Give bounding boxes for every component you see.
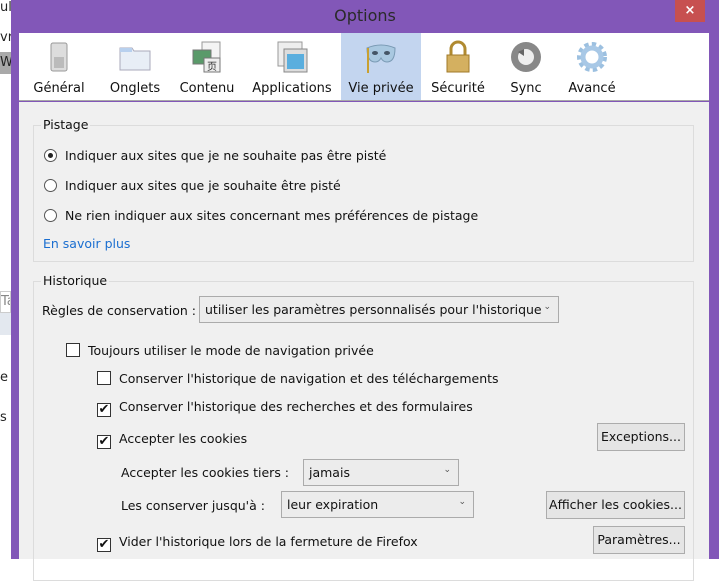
learn-more-link[interactable]: En savoir plus [43, 236, 130, 251]
radio-button[interactable] [44, 149, 57, 162]
sync-icon [511, 42, 541, 72]
tab-label: Contenu [179, 81, 235, 96]
options-window: Options × Général Onglets 页 Contenu Appl… [11, 0, 719, 581]
chevron-down-icon: ⌄ [443, 465, 451, 475]
checkbox-label: Vider l'historique lors de la fermeture … [119, 534, 418, 549]
history-group: Historique Règles de conservation : util… [33, 273, 694, 581]
keep-until-select[interactable]: leur expiration ⌄ [281, 491, 474, 518]
keep-until-label: Les conserver jusqu'à : [121, 498, 265, 513]
tab-label: Vie privée [348, 81, 414, 96]
tab-sync[interactable]: Sync [495, 33, 557, 100]
background-text: ul [0, 0, 11, 15]
tab-applications[interactable]: Applications [243, 33, 341, 100]
switch-icon [50, 42, 68, 72]
group-legend: Historique [41, 273, 110, 288]
checkbox[interactable] [97, 371, 111, 385]
checkbox-label: Toujours utiliser le mode de navigation … [88, 343, 374, 358]
exceptions-button[interactable]: Exceptions... [597, 423, 685, 451]
background-text: e [0, 370, 8, 385]
keep-search-history-checkbox[interactable]: ✔ Conserver l'historique des recherches e… [97, 399, 473, 417]
svg-text:页: 页 [207, 61, 217, 73]
tab-label: Général [33, 81, 85, 96]
chevron-down-icon: ⌄ [458, 497, 466, 507]
folder-tab-icon [119, 47, 151, 71]
tab-contenu[interactable]: 页 Contenu [171, 33, 243, 100]
third-party-cookies-select[interactable]: jamais ⌄ [303, 459, 459, 486]
tab-securite[interactable]: Sécurité [421, 33, 495, 100]
background-text: W [0, 52, 11, 74]
rules-label: Règles de conservation : [42, 303, 196, 318]
tab-general[interactable]: Général [19, 33, 99, 100]
checkmark-icon[interactable]: ✔ [97, 538, 111, 552]
radio-label: Indiquer aux sites que je souhaite être … [65, 178, 341, 193]
settings-button[interactable]: Paramètres... [593, 526, 685, 554]
tab-label: Applications [252, 81, 332, 96]
background-strip [0, 313, 11, 335]
tab-label: Sync [510, 81, 542, 96]
mask-icon [366, 44, 396, 73]
clear-on-close-checkbox[interactable]: ✔ Vider l'historique lors de la fermeture… [97, 534, 418, 552]
privacy-pane: Pistage Indiquer aux sites que je ne sou… [19, 102, 709, 581]
close-button[interactable]: × [675, 0, 705, 22]
tab-label: Avancé [568, 81, 616, 96]
tracking-option-do-not-track[interactable]: Indiquer aux sites que je ne souhaite pa… [44, 148, 386, 163]
radio-button[interactable] [44, 209, 57, 222]
applications-icon [277, 41, 308, 73]
checkbox-label: Conserver l'historique des recherches et… [119, 399, 473, 414]
background-text: s [0, 410, 7, 425]
tab-avance[interactable]: Avancé [557, 33, 627, 100]
padlock-icon [446, 40, 470, 73]
select-value: leur expiration [287, 497, 379, 512]
checkbox[interactable] [66, 343, 80, 357]
radio-label: Ne rien indiquer aux sites concernant me… [65, 208, 479, 223]
background-text: Ta [0, 291, 11, 313]
rules-select[interactable]: utiliser les paramètres personnalisés po… [199, 296, 559, 323]
keep-browsing-history-checkbox[interactable]: Conserver l'historique de navigation et … [97, 371, 499, 386]
show-cookies-button[interactable]: Afficher les cookies... [546, 491, 685, 519]
select-value: utiliser les paramètres personnalisés po… [205, 302, 542, 317]
checkbox-label: Accepter les cookies [119, 431, 248, 446]
chevron-down-icon: ⌄ [543, 302, 551, 312]
gear-icon [577, 42, 607, 72]
tracking-option-track[interactable]: Indiquer aux sites que je souhaite être … [44, 178, 341, 193]
radio-button[interactable] [44, 179, 57, 192]
always-private-checkbox[interactable]: Toujours utiliser le mode de navigation … [66, 343, 374, 358]
group-legend: Pistage [41, 117, 91, 132]
background-text: vr [0, 30, 11, 45]
category-toolbar: Général Onglets 页 Contenu Applications V… [19, 33, 709, 101]
tab-label: Sécurité [431, 81, 485, 96]
checkmark-icon[interactable]: ✔ [97, 435, 111, 449]
radio-label: Indiquer aux sites que je ne souhaite pa… [65, 148, 387, 163]
accept-cookies-checkbox[interactable]: ✔ Accepter les cookies [97, 431, 247, 449]
tracking-option-none[interactable]: Ne rien indiquer aux sites concernant me… [44, 208, 478, 223]
tab-onglets[interactable]: Onglets [99, 33, 171, 100]
checkmark-icon[interactable]: ✔ [97, 403, 111, 417]
select-value: jamais [309, 465, 350, 480]
content-icon: 页 [192, 41, 221, 73]
tab-label: Onglets [109, 81, 161, 96]
checkbox-label: Conserver l'historique de navigation et … [119, 371, 499, 386]
tracking-group: Pistage Indiquer aux sites que je ne sou… [33, 117, 694, 262]
tab-vie-privee[interactable]: Vie privée [341, 33, 421, 100]
third-party-cookies-label: Accepter les cookies tiers : [121, 465, 290, 480]
window-title: Options [334, 6, 396, 25]
